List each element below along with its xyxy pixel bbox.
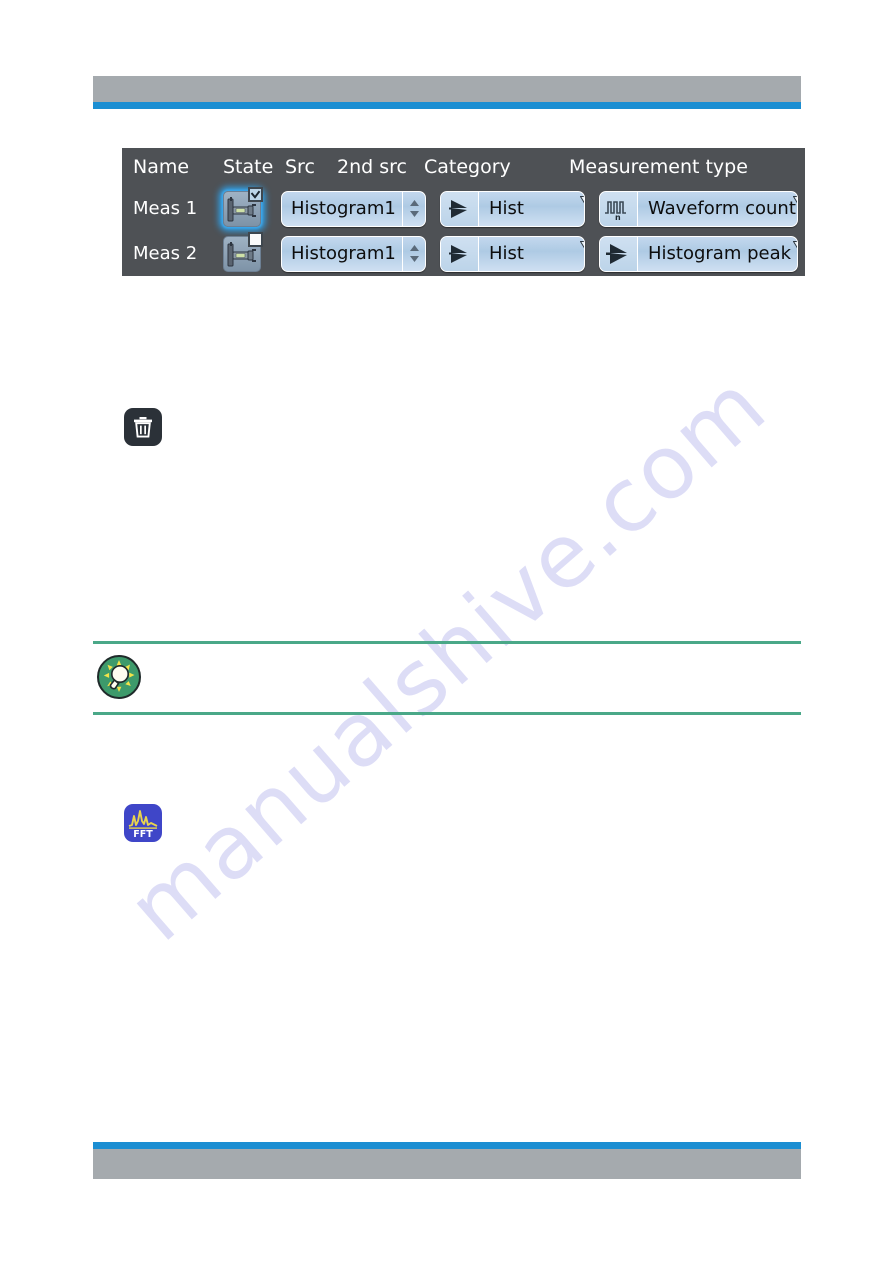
column-header-state: State xyxy=(223,156,274,178)
source-spinner-field[interactable]: Histogram1 xyxy=(281,190,426,227)
source-value: Histogram1 xyxy=(291,243,396,264)
tip-callout xyxy=(93,641,801,715)
measurement-type-cell: Histogram peak xyxy=(599,235,798,272)
source-value: Histogram1 xyxy=(291,198,396,219)
tip-callout-body xyxy=(93,644,801,712)
column-header-name: Name xyxy=(133,156,190,178)
tip-lightbulb-icon xyxy=(96,654,142,700)
table-row: Meas 2 Histogram1 Hist Histogram peak xyxy=(122,231,805,276)
page-header-rule xyxy=(93,102,801,109)
category-label: Hist xyxy=(489,243,524,264)
histogram-peak-icon xyxy=(441,236,479,271)
spinner-updown-icon[interactable] xyxy=(403,200,425,217)
table-row: Meas 1 Histogram1 Hist n Waveform count xyxy=(122,186,805,231)
category-dropdown[interactable]: Hist xyxy=(440,235,585,272)
column-header-2nd-src: 2nd src xyxy=(337,156,407,178)
measurement-state-cell xyxy=(223,186,281,227)
measurement-table-panel: Name State Src 2nd src Category Measurem… xyxy=(122,148,805,276)
measurement-type-dropdown[interactable]: n Waveform count xyxy=(599,190,798,227)
measurement-state-cell xyxy=(223,231,281,272)
measurement-name-label: Meas 2 xyxy=(133,243,198,264)
page-header-bar xyxy=(93,76,801,102)
page-header xyxy=(93,76,801,109)
state-checkbox-unchecked-icon xyxy=(248,231,263,247)
waveform-count-icon: n xyxy=(600,191,638,226)
delete-icon[interactable] xyxy=(124,408,162,446)
histogram-peak-icon xyxy=(600,236,638,271)
column-header-src: Src xyxy=(285,156,315,178)
svg-text:FFT: FFT xyxy=(133,829,153,838)
measurement-source-cell: Histogram1 xyxy=(281,190,426,227)
measurement-source-cell: Histogram1 xyxy=(281,235,426,272)
svg-text:n: n xyxy=(615,213,621,221)
page-footer xyxy=(93,1142,801,1179)
measurement-type-dropdown[interactable]: Histogram peak xyxy=(599,235,798,272)
state-checkbox-checked-icon xyxy=(248,186,263,202)
state-toggle-button[interactable] xyxy=(223,186,263,227)
measurement-name-label: Meas 1 xyxy=(133,198,198,219)
category-dropdown[interactable]: Hist xyxy=(440,190,585,227)
tip-rule-bottom xyxy=(93,712,801,715)
measurement-category-cell: Hist xyxy=(440,235,585,272)
measurement-category-cell: Hist xyxy=(440,190,585,227)
histogram-peak-icon xyxy=(441,191,479,226)
category-label: Hist xyxy=(489,198,524,219)
page-footer-bar xyxy=(93,1149,801,1179)
column-header-measurement-type: Measurement type xyxy=(569,156,748,178)
measurement-table-header: Name State Src 2nd src Category Measurem… xyxy=(122,148,805,186)
source-spinner-field[interactable]: Histogram1 xyxy=(281,235,426,272)
fft-icon[interactable]: FFT xyxy=(124,804,162,842)
measurement-type-label: Waveform count xyxy=(648,198,796,219)
column-header-category: Category xyxy=(424,156,511,178)
measurement-type-cell: n Waveform count xyxy=(599,190,798,227)
spinner-updown-icon[interactable] xyxy=(403,245,425,262)
measurement-type-label: Histogram peak xyxy=(648,243,792,264)
state-toggle-button[interactable] xyxy=(223,231,263,272)
page-footer-rule xyxy=(93,1142,801,1149)
